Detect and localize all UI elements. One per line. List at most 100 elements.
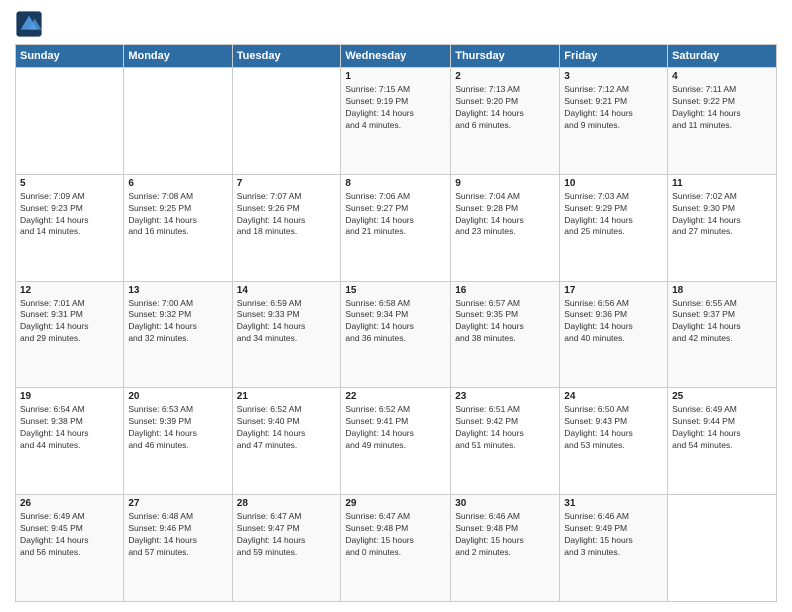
calendar-cell: 7 Sunrise: 7:07 AM Sunset: 9:26 PM Daylig…: [232, 174, 341, 281]
day-number: 7: [237, 178, 337, 189]
day-info: Sunrise: 6:47 AM Sunset: 9:47 PM Dayligh…: [237, 511, 337, 559]
calendar-cell: 23 Sunrise: 6:51 AM Sunset: 9:42 PM Dayli…: [451, 388, 560, 495]
day-number: 11: [672, 178, 772, 189]
calendar-week: 12 Sunrise: 7:01 AM Sunset: 9:31 PM Dayli…: [16, 281, 777, 388]
day-number: 3: [564, 71, 663, 82]
calendar-cell: 27Sunrise: 6:48 AM Sunset: 9:46 PM Dayli…: [124, 495, 232, 602]
calendar-week: 19Sunrise: 6:54 AM Sunset: 9:38 PM Dayli…: [16, 388, 777, 495]
calendar-week: 26 Sunrise: 6:49 AM Sunset: 9:45 PM Dayli…: [16, 495, 777, 602]
day-info: Sunrise: 7:06 AM Sunset: 9:27 PM Dayligh…: [345, 191, 446, 239]
day-number: 18: [672, 285, 772, 296]
calendar-cell: 11 Sunrise: 7:02 AM Sunset: 9:30 PM Dayli…: [668, 174, 777, 281]
day-info: Sunrise: 7:11 AM Sunset: 9:22 PM Dayligh…: [672, 84, 772, 132]
day-number: 25: [672, 391, 772, 402]
calendar-cell: 29Sunrise: 6:47 AM Sunset: 9:48 PM Dayli…: [341, 495, 451, 602]
day-number: 28: [237, 498, 337, 509]
calendar-cell: [124, 68, 232, 175]
day-number: 13: [128, 285, 227, 296]
day-info: Sunrise: 6:50 AM Sunset: 9:43 PM Dayligh…: [564, 404, 663, 452]
calendar-cell: 18 Sunrise: 6:55 AM Sunset: 9:37 PM Dayli…: [668, 281, 777, 388]
weekday-header: Sunday: [16, 45, 124, 68]
logo-icon: [15, 10, 43, 38]
calendar-header: SundayMondayTuesdayWednesdayThursdayFrid…: [16, 45, 777, 68]
calendar-body: 1 Sunrise: 7:15 AM Sunset: 9:19 PM Daylig…: [16, 68, 777, 602]
calendar-week: 1 Sunrise: 7:15 AM Sunset: 9:19 PM Daylig…: [16, 68, 777, 175]
calendar-cell: 14Sunrise: 6:59 AM Sunset: 9:33 PM Dayli…: [232, 281, 341, 388]
day-number: 14: [237, 285, 337, 296]
day-number: 20: [128, 391, 227, 402]
day-info: Sunrise: 7:07 AM Sunset: 9:26 PM Dayligh…: [237, 191, 337, 239]
calendar-cell: 9 Sunrise: 7:04 AM Sunset: 9:28 PM Daylig…: [451, 174, 560, 281]
calendar-cell: 6 Sunrise: 7:08 AM Sunset: 9:25 PM Daylig…: [124, 174, 232, 281]
day-info: Sunrise: 6:58 AM Sunset: 9:34 PM Dayligh…: [345, 298, 446, 346]
day-info: Sunrise: 6:49 AM Sunset: 9:44 PM Dayligh…: [672, 404, 772, 452]
day-info: Sunrise: 6:47 AM Sunset: 9:48 PM Dayligh…: [345, 511, 446, 559]
day-number: 21: [237, 391, 337, 402]
day-number: 16: [455, 285, 555, 296]
calendar-cell: 20 Sunrise: 6:53 AM Sunset: 9:39 PM Dayli…: [124, 388, 232, 495]
weekday-header: Friday: [560, 45, 668, 68]
day-number: 2: [455, 71, 555, 82]
calendar-cell: [16, 68, 124, 175]
calendar-cell: 30 Sunrise: 6:46 AM Sunset: 9:48 PM Dayli…: [451, 495, 560, 602]
day-number: 24: [564, 391, 663, 402]
day-number: 9: [455, 178, 555, 189]
calendar-cell: 26 Sunrise: 6:49 AM Sunset: 9:45 PM Dayli…: [16, 495, 124, 602]
day-number: 15: [345, 285, 446, 296]
calendar-cell: 1 Sunrise: 7:15 AM Sunset: 9:19 PM Daylig…: [341, 68, 451, 175]
calendar-cell: 22 Sunrise: 6:52 AM Sunset: 9:41 PM Dayli…: [341, 388, 451, 495]
day-number: 26: [20, 498, 119, 509]
calendar-week: 5Sunrise: 7:09 AM Sunset: 9:23 PM Daylig…: [16, 174, 777, 281]
day-info: Sunrise: 6:53 AM Sunset: 9:39 PM Dayligh…: [128, 404, 227, 452]
weekday-header: Thursday: [451, 45, 560, 68]
header: [15, 10, 777, 38]
day-info: Sunrise: 6:55 AM Sunset: 9:37 PM Dayligh…: [672, 298, 772, 346]
day-info: Sunrise: 6:54 AM Sunset: 9:38 PM Dayligh…: [20, 404, 119, 452]
calendar-cell: 25 Sunrise: 6:49 AM Sunset: 9:44 PM Dayli…: [668, 388, 777, 495]
day-info: Sunrise: 7:15 AM Sunset: 9:19 PM Dayligh…: [345, 84, 446, 132]
logo: [15, 10, 47, 38]
calendar-cell: 16 Sunrise: 6:57 AM Sunset: 9:35 PM Dayli…: [451, 281, 560, 388]
day-number: 22: [345, 391, 446, 402]
day-number: 6: [128, 178, 227, 189]
day-info: Sunrise: 6:49 AM Sunset: 9:45 PM Dayligh…: [20, 511, 119, 559]
day-info: Sunrise: 6:51 AM Sunset: 9:42 PM Dayligh…: [455, 404, 555, 452]
day-info: Sunrise: 7:12 AM Sunset: 9:21 PM Dayligh…: [564, 84, 663, 132]
day-info: Sunrise: 6:46 AM Sunset: 9:49 PM Dayligh…: [564, 511, 663, 559]
calendar-cell: [668, 495, 777, 602]
calendar-cell: 17Sunrise: 6:56 AM Sunset: 9:36 PM Dayli…: [560, 281, 668, 388]
calendar: SundayMondayTuesdayWednesdayThursdayFrid…: [15, 44, 777, 602]
day-info: Sunrise: 7:02 AM Sunset: 9:30 PM Dayligh…: [672, 191, 772, 239]
day-number: 10: [564, 178, 663, 189]
calendar-cell: 8 Sunrise: 7:06 AM Sunset: 9:27 PM Daylig…: [341, 174, 451, 281]
calendar-cell: 2Sunrise: 7:13 AM Sunset: 9:20 PM Daylig…: [451, 68, 560, 175]
day-info: Sunrise: 7:04 AM Sunset: 9:28 PM Dayligh…: [455, 191, 555, 239]
day-info: Sunrise: 7:03 AM Sunset: 9:29 PM Dayligh…: [564, 191, 663, 239]
weekday-header: Tuesday: [232, 45, 341, 68]
calendar-cell: 13 Sunrise: 7:00 AM Sunset: 9:32 PM Dayli…: [124, 281, 232, 388]
day-info: Sunrise: 7:08 AM Sunset: 9:25 PM Dayligh…: [128, 191, 227, 239]
day-info: Sunrise: 6:46 AM Sunset: 9:48 PM Dayligh…: [455, 511, 555, 559]
day-number: 23: [455, 391, 555, 402]
calendar-cell: 21Sunrise: 6:52 AM Sunset: 9:40 PM Dayli…: [232, 388, 341, 495]
day-number: 5: [20, 178, 119, 189]
page: SundayMondayTuesdayWednesdayThursdayFrid…: [0, 0, 792, 612]
calendar-cell: [232, 68, 341, 175]
day-number: 1: [345, 71, 446, 82]
day-info: Sunrise: 7:00 AM Sunset: 9:32 PM Dayligh…: [128, 298, 227, 346]
day-number: 30: [455, 498, 555, 509]
calendar-cell: 12 Sunrise: 7:01 AM Sunset: 9:31 PM Dayli…: [16, 281, 124, 388]
day-info: Sunrise: 6:52 AM Sunset: 9:41 PM Dayligh…: [345, 404, 446, 452]
calendar-cell: 31Sunrise: 6:46 AM Sunset: 9:49 PM Dayli…: [560, 495, 668, 602]
calendar-cell: 24 Sunrise: 6:50 AM Sunset: 9:43 PM Dayli…: [560, 388, 668, 495]
day-number: 12: [20, 285, 119, 296]
day-info: Sunrise: 6:48 AM Sunset: 9:46 PM Dayligh…: [128, 511, 227, 559]
day-number: 8: [345, 178, 446, 189]
day-info: Sunrise: 7:01 AM Sunset: 9:31 PM Dayligh…: [20, 298, 119, 346]
calendar-cell: 28 Sunrise: 6:47 AM Sunset: 9:47 PM Dayli…: [232, 495, 341, 602]
weekday-header: Wednesday: [341, 45, 451, 68]
day-info: Sunrise: 6:57 AM Sunset: 9:35 PM Dayligh…: [455, 298, 555, 346]
day-number: 17: [564, 285, 663, 296]
calendar-cell: 15 Sunrise: 6:58 AM Sunset: 9:34 PM Dayli…: [341, 281, 451, 388]
weekday-header: Saturday: [668, 45, 777, 68]
